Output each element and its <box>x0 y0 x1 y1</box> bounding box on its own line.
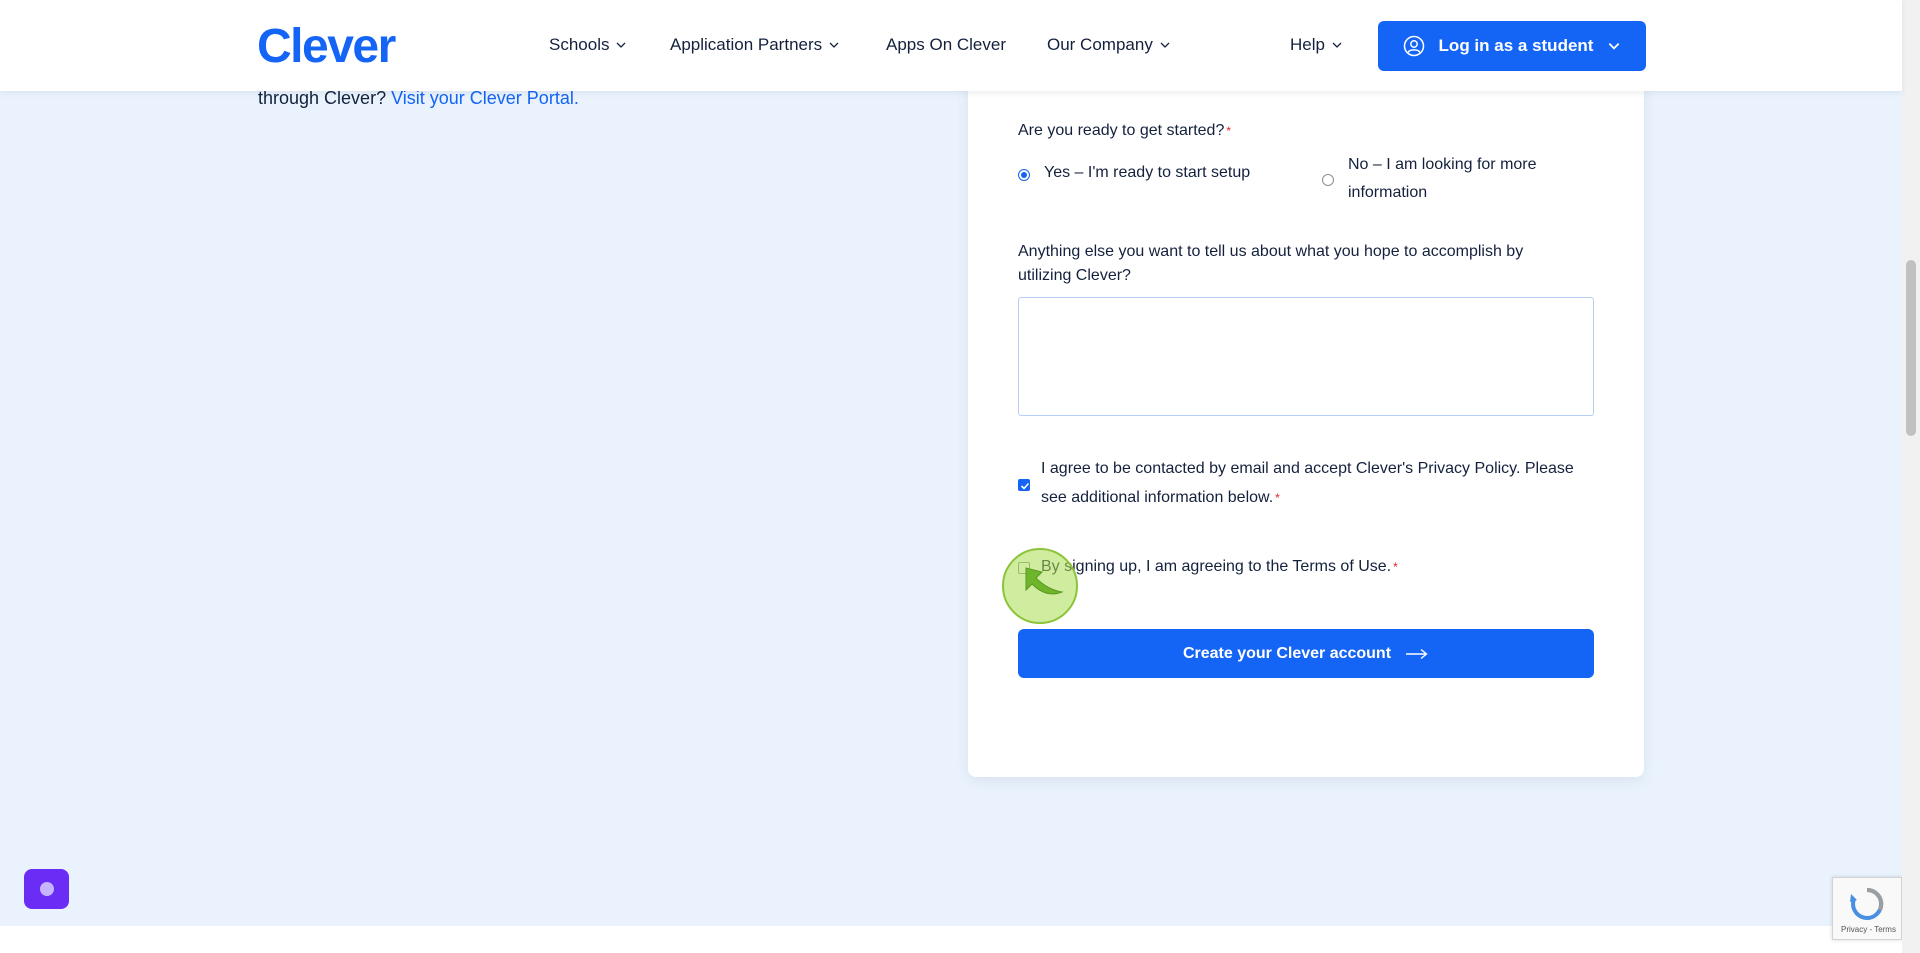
create-account-label: Create your Clever account <box>1182 644 1392 662</box>
ready-question: Are you ready to get started? * <box>1018 119 1231 143</box>
anything-else-textarea[interactable] <box>1018 297 1594 416</box>
consent-label-line2[interactable]: see additional information below. * <box>1041 484 1280 512</box>
chevron-down-icon <box>1332 42 1342 48</box>
chevron-down-icon <box>1160 42 1170 48</box>
required-mark: * <box>1275 491 1280 505</box>
anything-question-line2: utilizing Clever? <box>1018 267 1131 284</box>
login-student-label: Log in as a student <box>1438 36 1594 55</box>
consent-label-line2-text: see additional information below. <box>1041 489 1274 506</box>
recaptcha-links[interactable]: Privacy - Terms <box>1841 925 1896 934</box>
nav-our-company-label: Our Company <box>1047 35 1153 54</box>
login-student-button[interactable]: Log in as a student <box>1378 21 1646 71</box>
nav-apps-on-clever-label: Apps On Clever <box>886 35 1006 54</box>
radio-ready-yes-label[interactable]: Yes – I'm ready to start setup <box>1044 159 1250 187</box>
required-mark: * <box>1393 560 1398 574</box>
radio-ready-no[interactable] <box>1322 174 1334 186</box>
nav-schools-label: Schools <box>549 35 610 54</box>
recaptcha-badge[interactable]: Privacy - Terms <box>1832 877 1902 940</box>
page-scrollbar[interactable] <box>1902 0 1920 953</box>
consent-checkbox[interactable] <box>1018 479 1030 491</box>
radio-ready-no-label-line1[interactable]: No – I am looking for more <box>1348 151 1537 179</box>
create-account-button[interactable]: Create your Clever account <box>1018 629 1594 678</box>
clever-portal-link[interactable]: Visit your Clever Portal. <box>391 88 579 108</box>
required-mark: * <box>1226 124 1232 138</box>
radio-ready-no-label-line2[interactable]: information <box>1348 179 1427 207</box>
chevron-down-icon <box>1609 43 1620 50</box>
footer-strip <box>0 926 1902 953</box>
chevron-down-icon <box>617 42 626 48</box>
cursor-arrow-icon <box>1025 567 1064 595</box>
arrow-right-icon <box>1406 648 1428 659</box>
user-circle-icon <box>1403 35 1424 57</box>
clever-logo[interactable]: Clever <box>257 20 396 74</box>
nav-application-partners-label: Application Partners <box>670 35 823 54</box>
consent-label-line1[interactable]: I agree to be contacted by email and acc… <box>1041 455 1574 483</box>
checkmark-icon <box>1020 482 1030 490</box>
nav-help-label: Help <box>1290 35 1325 54</box>
terms-label-text: By signing up, I am agreeing to the Term… <box>1041 558 1392 575</box>
click-highlight <box>1002 548 1078 624</box>
site-header: Clever Schools Application Partners Apps… <box>0 0 1902 91</box>
chevron-down-icon <box>829 42 839 48</box>
nav-apps-on-clever[interactable]: Apps On Clever <box>886 34 1006 56</box>
radio-ready-yes[interactable] <box>1018 169 1030 181</box>
scrollbar-thumb[interactable] <box>1906 260 1916 436</box>
anything-question-line1: Anything else you want to tell us about … <box>1018 243 1524 260</box>
nav-schools[interactable]: Schools <box>549 34 627 56</box>
recaptcha-icon <box>1850 887 1884 920</box>
terms-label[interactable]: By signing up, I am agreeing to the Term… <box>1041 553 1398 581</box>
nav-help[interactable]: Help <box>1290 34 1343 56</box>
portal-prompt-text: through Clever? <box>258 88 387 108</box>
chat-launcher-button[interactable] <box>24 869 69 909</box>
nav-application-partners[interactable]: Application Partners <box>670 34 840 56</box>
ready-question-text: Are you ready to get started? <box>1018 122 1225 139</box>
nav-our-company[interactable]: Our Company <box>1047 34 1171 56</box>
